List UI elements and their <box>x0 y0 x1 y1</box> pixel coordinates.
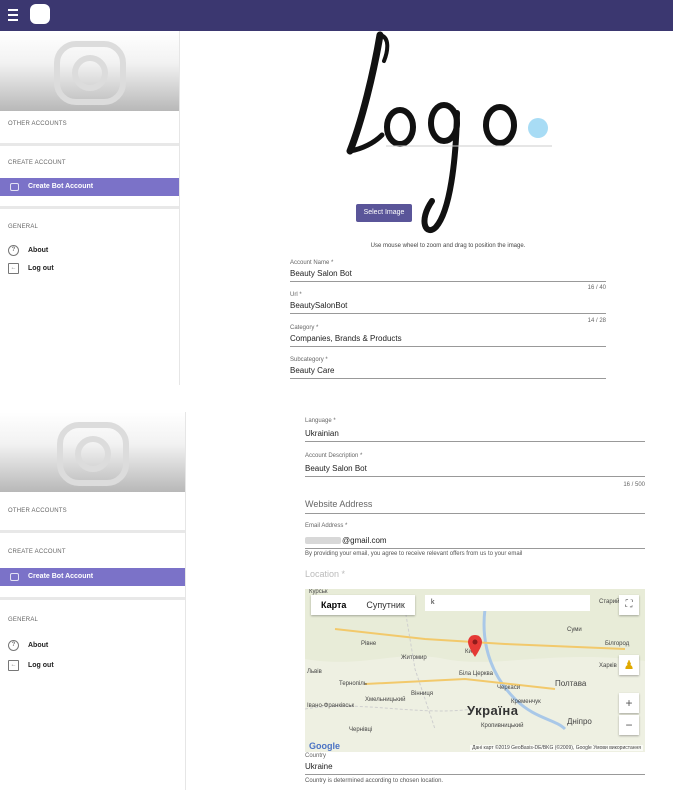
top-app-bar <box>0 0 673 31</box>
map-label: Львів <box>307 669 322 675</box>
chat-icon: ? <box>8 245 19 256</box>
google-logo: Google <box>309 741 340 751</box>
select-image-button[interactable]: Select Image <box>356 204 412 222</box>
description-counter: 16 / 500 <box>623 482 645 488</box>
map-label: Дніпро <box>567 717 592 726</box>
category-select[interactable]: Category * Companies, Brands & Products <box>290 325 606 347</box>
map-label: Біла Церква <box>459 671 493 677</box>
url-field[interactable]: Url * BeautySalonBot <box>290 292 606 314</box>
map-label: Черкаси <box>497 685 521 691</box>
account-name-counter: 16 / 40 <box>587 285 606 291</box>
website-address-field[interactable]: Website Address <box>305 494 645 514</box>
fullscreen-icon[interactable]: ⛶ <box>619 595 639 615</box>
map-label: Рівне <box>361 641 377 647</box>
divider <box>0 206 179 209</box>
map-label: Старий <box>599 599 620 605</box>
divider <box>0 597 185 600</box>
map-label: Хмельницький <box>365 697 406 703</box>
create-account-heading: CREATE ACCOUNT <box>8 549 66 555</box>
map-attribution[interactable]: Дані карт ©2019 GeoBasis-DE/BKG (©2009),… <box>470 745 643 751</box>
email-redaction <box>305 537 341 544</box>
map-label: Івано-Франківськ <box>307 703 355 709</box>
chat-icon: ? <box>8 640 19 651</box>
divider <box>0 530 185 533</box>
location-label: Location * <box>305 569 346 579</box>
app-logo[interactable] <box>30 4 50 24</box>
sidebar-item-logout[interactable]: ← Log out <box>8 660 54 672</box>
map-label: Кропивницький <box>481 723 524 729</box>
logout-icon: ← <box>8 660 19 671</box>
sidebar-item-about[interactable]: ? About <box>8 245 48 257</box>
sidebar-item-create-bot[interactable]: Create Bot Account <box>0 178 179 196</box>
sidebar-item-about[interactable]: ? About <box>8 640 48 652</box>
sidebar-item-create-bot[interactable]: Create Bot Account <box>0 568 185 586</box>
map-label: Чернівці <box>349 727 373 733</box>
account-name-field[interactable]: Account Name * Beauty Salon Bot <box>290 260 606 282</box>
map-search-input[interactable]: k <box>425 595 590 611</box>
email-note: By providing your email, you agree to re… <box>305 551 523 557</box>
map-label: Полтава <box>555 679 587 688</box>
map-country-label: Україна <box>467 703 519 718</box>
country-note: Country is determined according to chose… <box>305 778 444 784</box>
map-tab-satellite[interactable]: Супутник <box>356 595 414 615</box>
other-accounts-heading: OTHER ACCOUNTS <box>8 121 67 127</box>
sidebar-banner <box>0 412 185 492</box>
create-bot-section-bottom: OTHER ACCOUNTS CREATE ACCOUNT Create Bot… <box>0 412 673 790</box>
divider <box>0 143 179 146</box>
account-description-field[interactable]: Account Description * Beauty Salon Bot <box>305 453 645 477</box>
logout-icon: ← <box>8 263 19 274</box>
zoom-in-button[interactable]: + <box>619 693 639 713</box>
sidebar: OTHER ACCOUNTS CREATE ACCOUNT Create Bot… <box>0 412 186 790</box>
image-hint: Use mouse wheel to zoom and drag to posi… <box>370 243 526 249</box>
subcategory-select[interactable]: Subcategory * Beauty Care <box>290 357 606 379</box>
country-field: Country Ukraine <box>305 753 645 775</box>
create-bot-section-top: OTHER ACCOUNTS CREATE ACCOUNT Create Bot… <box>0 31 673 385</box>
url-counter: 14 / 28 <box>587 318 606 324</box>
create-account-heading: CREATE ACCOUNT <box>8 160 66 166</box>
map-label: Білгород <box>605 641 630 647</box>
location-map[interactable]: Карта Супутник k ⛶ ♟ + − Рівне Житомир К… <box>305 589 645 752</box>
sidebar-item-logout[interactable]: ← Log out <box>8 263 54 275</box>
map-tab-map[interactable]: Карта <box>311 595 356 615</box>
general-heading: GENERAL <box>8 224 39 230</box>
map-label: Тернопіль <box>339 681 367 687</box>
general-heading: GENERAL <box>8 617 39 623</box>
map-label: Курськ <box>309 589 328 595</box>
map-label: Вінниця <box>411 691 433 697</box>
street-view-pegman-icon[interactable]: ♟ <box>619 655 639 675</box>
hamburger-icon[interactable] <box>8 9 18 21</box>
map-pin-icon[interactable] <box>468 635 482 657</box>
sidebar-banner <box>0 31 179 111</box>
bot-icon <box>10 183 19 191</box>
map-type-tabs: Карта Супутник <box>311 595 415 615</box>
map-label: Житомир <box>401 655 427 661</box>
language-select[interactable]: Language * Ukrainian <box>305 418 645 442</box>
bot-icon <box>10 573 19 581</box>
logo-accent-dot <box>528 118 548 138</box>
map-label: Харків <box>599 663 617 669</box>
other-accounts-heading: OTHER ACCOUNTS <box>8 508 67 514</box>
email-field[interactable]: Email Address * @gmail.com <box>305 523 645 549</box>
map-label: Суми <box>567 627 582 633</box>
zoom-out-button[interactable]: − <box>619 715 639 735</box>
sidebar: OTHER ACCOUNTS CREATE ACCOUNT Create Bot… <box>0 31 180 385</box>
